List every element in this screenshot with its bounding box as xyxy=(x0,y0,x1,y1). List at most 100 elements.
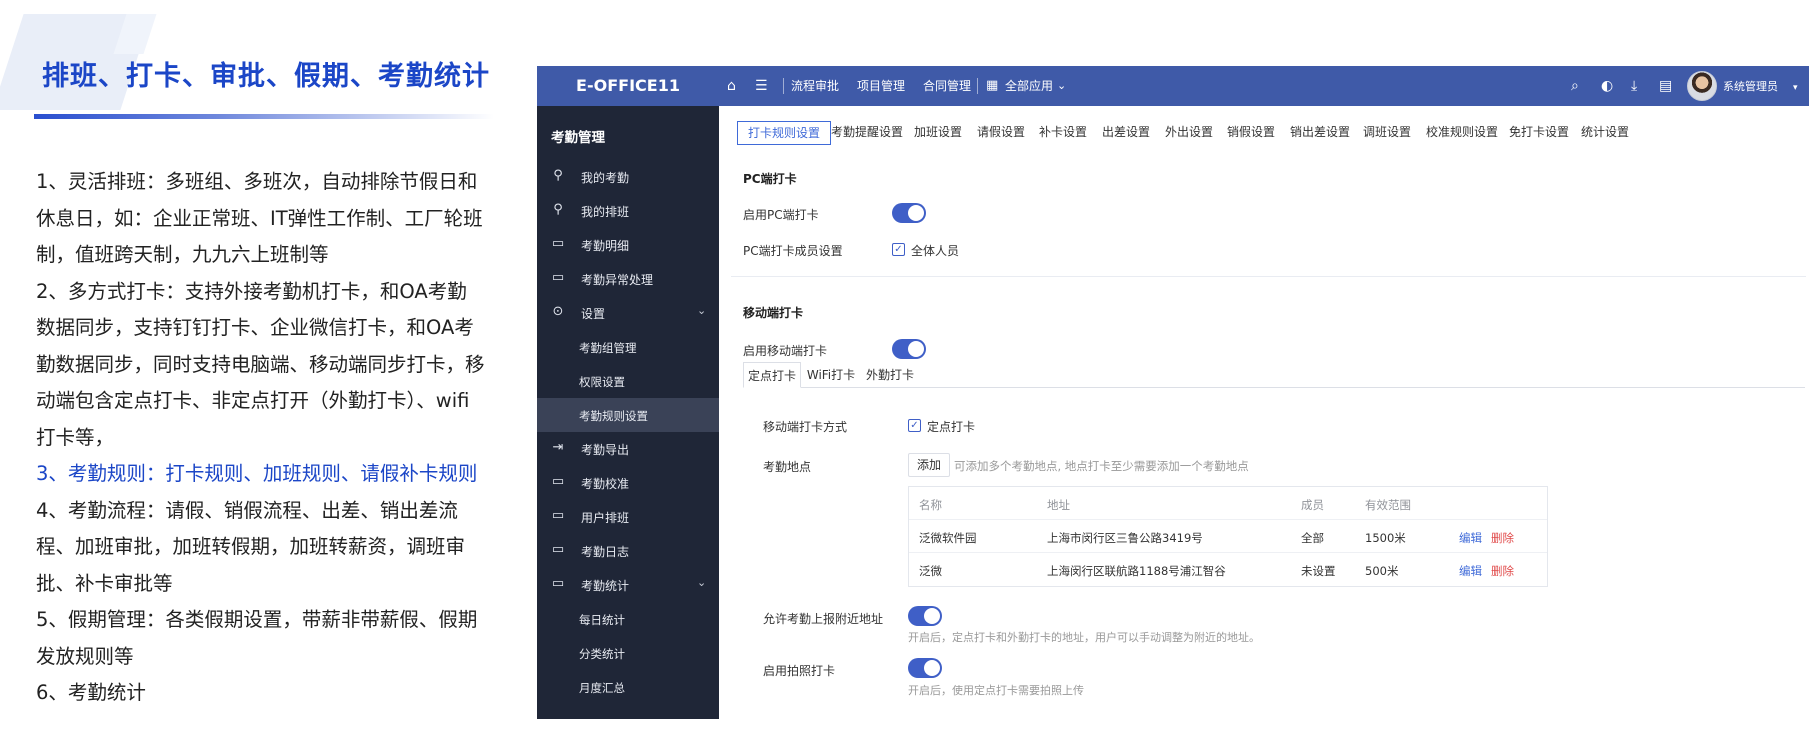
settings-icon: ⊙ xyxy=(552,304,564,319)
feature-item: 1、灵活排班：多班组、多班次，自动排除节假日和休息日，如：企业正常班、IT弹性工… xyxy=(36,170,483,266)
tab-calibration-rules[interactable]: 校准规则设置 xyxy=(1426,121,1498,145)
sidebar-item-my-shift[interactable]: ⚲ 我的排班 xyxy=(537,194,719,228)
menu-icon[interactable]: ☰ xyxy=(755,77,768,95)
home-icon[interactable]: ⌂ xyxy=(727,77,736,95)
avatar[interactable] xyxy=(1687,71,1717,101)
tab-punch-rules[interactable]: 打卡规则设置 xyxy=(737,121,832,145)
nav-contracts[interactable]: 合同管理 xyxy=(923,77,971,95)
nav-all-apps[interactable]: 全部应用 xyxy=(1005,77,1053,95)
subtab-wifi[interactable]: WiFi打卡 xyxy=(805,362,857,388)
subtab-fixed-point[interactable]: 定点打卡 xyxy=(743,362,801,388)
list-icon[interactable]: ▤ xyxy=(1659,77,1672,95)
nav-workflow[interactable]: 流程审批 xyxy=(791,77,839,95)
sidebar-item-statistics[interactable]: ▭ 考勤统计 ⌄ xyxy=(537,568,719,602)
photo-label: 启用拍照打卡 xyxy=(763,664,836,678)
sidebar-item-label: 考勤组管理 xyxy=(579,341,637,355)
sidebar-item-user-schedule[interactable]: ▭ 用户排班 xyxy=(537,500,719,534)
page-title: 排班、打卡、审批、假期、考勤统计 xyxy=(42,61,490,92)
tab-business-trip[interactable]: 出差设置 xyxy=(1102,121,1150,145)
caret-down-icon[interactable]: ▾ xyxy=(1793,79,1798,97)
subtab-underline xyxy=(801,387,1805,388)
sidebar-item-label: 我的排班 xyxy=(581,205,630,219)
tab-outing[interactable]: 外出设置 xyxy=(1165,121,1213,145)
mobile-section-title: 移动端打卡 xyxy=(743,306,804,320)
sidebar-item-label: 用户排班 xyxy=(581,511,630,525)
edit-link[interactable]: 编辑 xyxy=(1459,530,1482,546)
sidebar-item-settings[interactable]: ⊙ 设置 ⌄ xyxy=(537,296,719,330)
add-location-button[interactable]: 添加 xyxy=(908,453,951,477)
tab-leave[interactable]: 请假设置 xyxy=(977,121,1025,145)
sidebar: 考勤管理 ⚲ 我的考勤 ⚲ 我的排班 ▭ 考勤明细 ▭ 考勤异常处理 ⊙ 设置 … xyxy=(537,106,719,719)
sidebar-item-exceptions[interactable]: ▭ 考勤异常处理 xyxy=(537,262,719,296)
pc-members-label: PC端打卡成员设置 xyxy=(743,244,843,258)
feature-item: 5、假期管理：各类假期设置，带薪非带薪假、假期发放规则等 xyxy=(36,608,478,668)
top-bar-divider xyxy=(783,78,784,94)
grid-icon[interactable]: ▦ xyxy=(986,77,998,95)
stats-icon: ▭ xyxy=(551,576,565,591)
brand-logo[interactable]: E-OFFICE11 xyxy=(537,66,719,106)
tab-overtime[interactable]: 加班设置 xyxy=(914,121,962,145)
add-location-hint: 可添加多个考勤地点, 地点打卡至少需要添加一个考勤地点 xyxy=(954,459,1249,473)
sidebar-subitem-daily[interactable]: 每日统计 xyxy=(537,602,719,636)
location-name: 泛微软件园 xyxy=(919,531,977,545)
photo-toggle[interactable] xyxy=(908,658,942,678)
mobile-enable-label: 启用移动端打卡 xyxy=(743,344,828,358)
tab-exempt[interactable]: 免打卡设置 xyxy=(1509,121,1569,145)
sidebar-item-my-attendance[interactable]: ⚲ 我的考勤 xyxy=(537,160,719,194)
delete-link[interactable]: 删除 xyxy=(1491,563,1514,579)
mobile-enable-toggle[interactable] xyxy=(892,339,926,359)
nearby-note: 开启后，定点打卡和外勤打卡的地址，用户可以手动调整为附近的地址。 xyxy=(908,631,1260,644)
tab-cancel-trip[interactable]: 销出差设置 xyxy=(1290,121,1350,145)
sidebar-item-details[interactable]: ▭ 考勤明细 xyxy=(537,228,719,262)
tab-reminder[interactable]: 考勤提醒设置 xyxy=(831,121,903,145)
location-address: 上海市闵行区三鲁公路3419号 xyxy=(1047,531,1203,545)
sidebar-item-label: 权限设置 xyxy=(579,375,625,389)
tab-makeup[interactable]: 补卡设置 xyxy=(1039,121,1087,145)
sidebar-item-logs[interactable]: ▭ 考勤日志 xyxy=(537,534,719,568)
column-header-range: 有效范围 xyxy=(1365,498,1411,512)
pc-members-checkbox[interactable]: ✓ xyxy=(892,243,905,256)
contrast-icon[interactable]: ◐ xyxy=(1601,77,1613,95)
sidebar-item-label: 考勤校准 xyxy=(581,477,630,491)
nav-projects[interactable]: 项目管理 xyxy=(857,77,905,95)
tab-cancel-leave[interactable]: 销假设置 xyxy=(1227,121,1275,145)
mobile-subtabs: 定点打卡 WiFi打卡 外勤打卡 xyxy=(743,362,1807,388)
tab-shift-swap[interactable]: 调班设置 xyxy=(1363,121,1411,145)
feature-item: 6、考勤统计 xyxy=(36,681,146,704)
sidebar-subitem-monthly[interactable]: 月度汇总 xyxy=(537,670,719,704)
mobile-method-label: 移动端打卡方式 xyxy=(763,420,848,434)
search-icon[interactable]: ⌕ xyxy=(1571,77,1579,95)
sidebar-subitem-category[interactable]: 分类统计 xyxy=(537,636,719,670)
mobile-method-checkbox[interactable]: ✓ xyxy=(908,419,921,432)
tab-statistics[interactable]: 统计设置 xyxy=(1581,121,1629,145)
location-label: 考勤地点 xyxy=(763,460,812,474)
settings-tabs: 打卡规则设置 考勤提醒设置 加班设置 请假设置 补卡设置 出差设置 外出设置 销… xyxy=(719,118,1809,146)
calendar-detail-icon: ▭ xyxy=(551,236,565,251)
location-name: 泛微 xyxy=(919,564,942,578)
calendar-alert-icon: ▭ xyxy=(551,270,565,285)
sidebar-item-label: 我的考勤 xyxy=(581,171,630,185)
top-bar: E-OFFICE11 ⌂ ☰ 流程审批 项目管理 合同管理 ▦ 全部应用 ⌄ ⌕… xyxy=(537,66,1809,106)
sidebar-item-calibration[interactable]: ▭ 考勤校准 xyxy=(537,466,719,500)
user-name[interactable]: 系统管理员 xyxy=(1723,78,1778,94)
table-row: 泛微 上海闵行区联航路1188号浦江智谷 未设置 500米 编辑 删除 xyxy=(909,553,1547,586)
edit-link[interactable]: 编辑 xyxy=(1459,563,1482,579)
table-header-row: 名称 地址 成员 有效范围 xyxy=(909,487,1547,520)
person-icon: ⚲ xyxy=(553,168,563,183)
delete-link[interactable]: 删除 xyxy=(1491,530,1514,546)
export-icon: ⇥ xyxy=(552,440,564,455)
subtab-field[interactable]: 外勤打卡 xyxy=(861,362,919,388)
feature-item-highlight: 3、考勤规则：打卡规则、加班规则、请假补卡规则 xyxy=(36,462,478,485)
pc-members-value: 全体人员 xyxy=(911,244,960,258)
pc-enable-toggle[interactable] xyxy=(892,203,926,223)
sidebar-item-export[interactable]: ⇥ 考勤导出 xyxy=(537,432,719,466)
sidebar-item-label: 分类统计 xyxy=(579,647,625,661)
sidebar-subitem-rule-settings[interactable]: 考勤规则设置 xyxy=(537,398,719,432)
calibrate-icon: ▭ xyxy=(551,474,565,489)
chevron-down-icon[interactable]: ⌄ xyxy=(1057,77,1066,95)
table-row: 泛微软件园 上海市闵行区三鲁公路3419号 全部 1500米 编辑 删除 xyxy=(909,520,1547,553)
sidebar-subitem-permissions[interactable]: 权限设置 xyxy=(537,364,719,398)
download-icon[interactable]: ⤓ xyxy=(1631,77,1637,95)
nearby-toggle[interactable] xyxy=(908,606,942,626)
sidebar-subitem-group-management[interactable]: 考勤组管理 xyxy=(537,330,719,364)
